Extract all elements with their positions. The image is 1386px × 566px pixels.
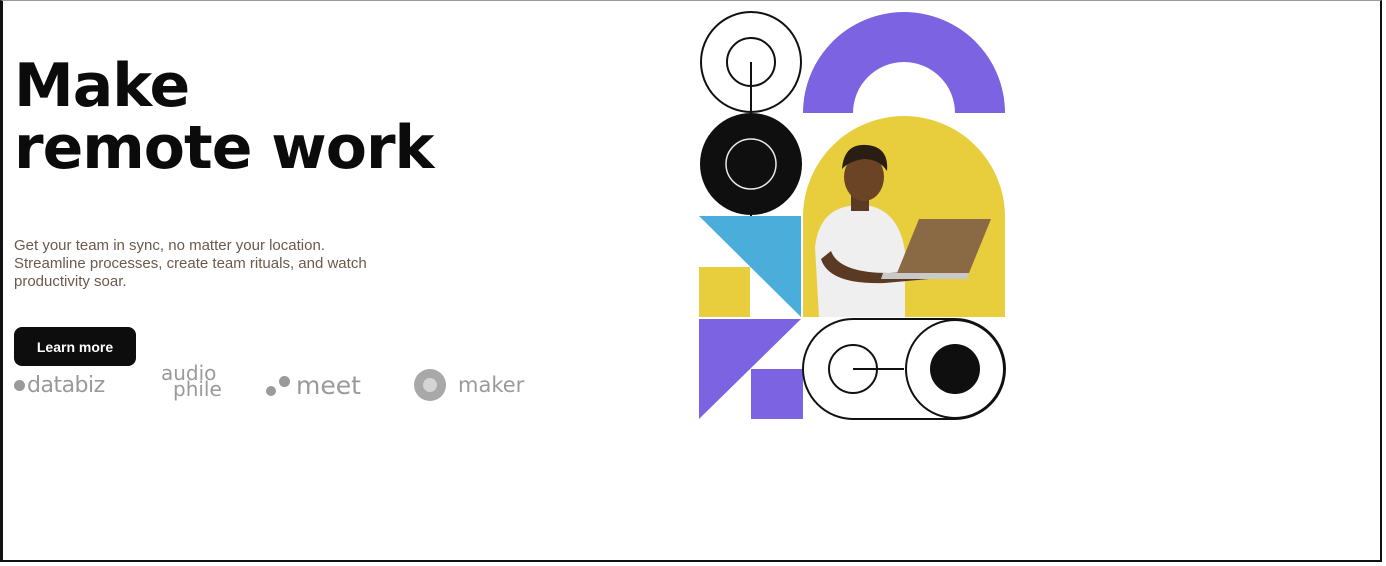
client-logos: databiz audio phile meet maker [14, 363, 544, 405]
toggle-shape [802, 318, 1006, 420]
hero-title: Make remote work [14, 51, 434, 183]
purple-arch-shape [803, 12, 1005, 113]
hero-title-line2: remote work [14, 113, 434, 183]
hero-description: Get your team in sync, no matter your lo… [14, 237, 367, 290]
maker-wordmark: maker [458, 373, 525, 397]
maker-circle-icon [414, 369, 446, 401]
logo-meet: meet [266, 371, 361, 400]
meet-dots-icon [266, 374, 292, 398]
logo-databiz: databiz [14, 373, 105, 398]
logo-audiophile: audio phile [161, 363, 222, 401]
logo-maker: maker [414, 369, 524, 401]
purple-square-shape [751, 369, 803, 419]
page-frame: Make remote work Get your team in sync, … [0, 0, 1382, 562]
dark-circle-icon [700, 113, 802, 215]
hero-title-line1: Make [14, 51, 190, 121]
databiz-dot-icon [14, 380, 25, 391]
yellow-square-shape [699, 267, 750, 317]
learn-more-button[interactable]: Learn more [14, 327, 136, 366]
audiophile-line2: phile [173, 377, 222, 401]
databiz-wordmark: databiz [27, 373, 105, 398]
meet-wordmark: meet [296, 371, 361, 400]
hero-illustration [699, 11, 1006, 420]
photo-arch [803, 116, 1005, 317]
